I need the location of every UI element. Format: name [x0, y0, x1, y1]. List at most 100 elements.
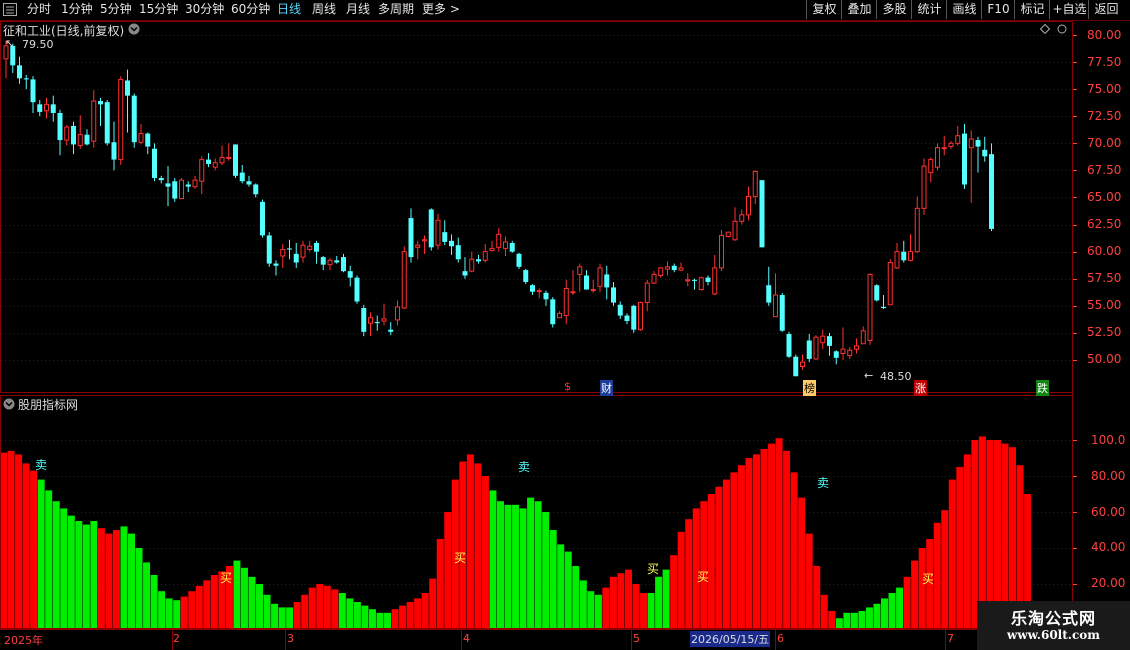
indicator-axis-tick: 60.00 [1091, 505, 1126, 519]
indicator-bar [828, 611, 836, 628]
indicator-bar [52, 501, 60, 628]
indicator-bar [647, 593, 655, 628]
candle-body [219, 156, 225, 164]
indicator-bar [745, 458, 753, 628]
candle-body [307, 245, 313, 250]
indicator-bar [677, 531, 685, 628]
candle-body [158, 177, 164, 181]
indicator-bar [278, 607, 286, 628]
candle-body [226, 156, 232, 159]
event-marker-limit-up[interactable]: 涨 [914, 380, 927, 396]
indicator-bar [361, 605, 369, 628]
candle-body [50, 104, 56, 113]
candle-body [968, 138, 974, 149]
candle-body [833, 351, 839, 358]
indicator-bar [993, 440, 1001, 628]
candle-body [543, 292, 549, 300]
indicator-bar [37, 479, 45, 628]
event-marker-billboard[interactable]: 榜 [803, 380, 816, 396]
candle-body [550, 299, 556, 325]
indicator-bar [798, 497, 806, 628]
indicator-bar [873, 603, 881, 628]
candle-body [449, 240, 454, 247]
indicator-bar [805, 533, 813, 628]
candle-body [388, 329, 394, 332]
indicator-bar [180, 596, 188, 628]
candle-body [64, 126, 70, 141]
indicator-bar [948, 479, 956, 628]
candle-body [185, 184, 191, 187]
indicator-bar [331, 589, 339, 628]
candle-body [766, 285, 772, 303]
candle-body [867, 273, 873, 341]
chevron-down-icon[interactable] [3, 398, 15, 410]
candle-body [887, 261, 893, 306]
indicator-bar [210, 575, 218, 628]
candle-body [368, 317, 373, 324]
high-price-arrow: ↖ [5, 37, 15, 50]
indicator-bar [549, 530, 557, 628]
chevron-down-icon[interactable] [128, 23, 140, 35]
candle-body [489, 247, 495, 252]
candle-body [172, 181, 178, 199]
candle-body [84, 134, 90, 145]
candle-body [354, 277, 360, 302]
price-axis-tick: 62.50 [1087, 217, 1122, 231]
event-marker-limit-down[interactable]: 跌 [1036, 380, 1049, 396]
high-price-label: 79.50 [22, 38, 54, 51]
indicator-bar [722, 479, 730, 628]
buy-signal: 买 [454, 551, 467, 565]
event-marker-dividend[interactable]: $ [564, 380, 571, 393]
candle-body [347, 271, 353, 278]
candle-body [854, 345, 859, 350]
indicator-bar [406, 602, 414, 628]
candle-body [395, 306, 400, 321]
candle-body [192, 179, 198, 188]
candle-body [820, 335, 826, 344]
price-axis-tick: 52.50 [1087, 325, 1122, 339]
indicator-bar [662, 569, 670, 628]
indicator-bar [963, 454, 971, 628]
price-axis-tick: 75.00 [1087, 82, 1122, 96]
candle-body [617, 304, 623, 316]
candle-body [665, 266, 670, 270]
indicator-bar [286, 607, 294, 628]
price-axis-tick: 50.00 [1087, 352, 1122, 366]
indicator-bar [512, 504, 520, 628]
price-axis-tick: 57.50 [1087, 271, 1122, 285]
indicator-bar [338, 593, 346, 628]
candle-body [381, 318, 387, 322]
candle-body [415, 244, 421, 248]
stock-chart[interactable] [0, 0, 1130, 650]
circle-icon[interactable] [1057, 24, 1067, 34]
candle-body [786, 333, 792, 357]
candle-body [341, 257, 346, 272]
candle-body [165, 183, 171, 187]
timeline-label: 3 [287, 632, 294, 645]
indicator-bar [835, 618, 843, 628]
candle-body [975, 140, 981, 147]
candle-body [516, 253, 522, 267]
indicator-bar [587, 591, 595, 628]
candle-body [685, 279, 691, 282]
candle-body [246, 181, 252, 185]
candle-body [840, 348, 846, 354]
candle-body [982, 149, 988, 157]
candle-body [408, 218, 414, 258]
candle-body [496, 233, 502, 248]
candle-body [631, 305, 637, 330]
indicator-bar [737, 465, 745, 628]
diamond-icon[interactable] [1040, 24, 1050, 34]
indicator-axis-tick: 20.00 [1091, 576, 1126, 590]
candle-body [712, 267, 718, 295]
price-axis-tick: 67.50 [1087, 163, 1122, 177]
candle-body [293, 253, 299, 263]
timeline-label: 2025年 [4, 634, 43, 647]
price-axis-tick: 80.00 [1087, 28, 1122, 42]
indicator-bar [188, 591, 196, 628]
event-marker-finance[interactable]: 财 [600, 380, 613, 396]
indicator-bar [399, 605, 407, 628]
indicator-bar [624, 569, 632, 628]
indicator-bar [783, 450, 791, 628]
candle-body [793, 356, 799, 377]
